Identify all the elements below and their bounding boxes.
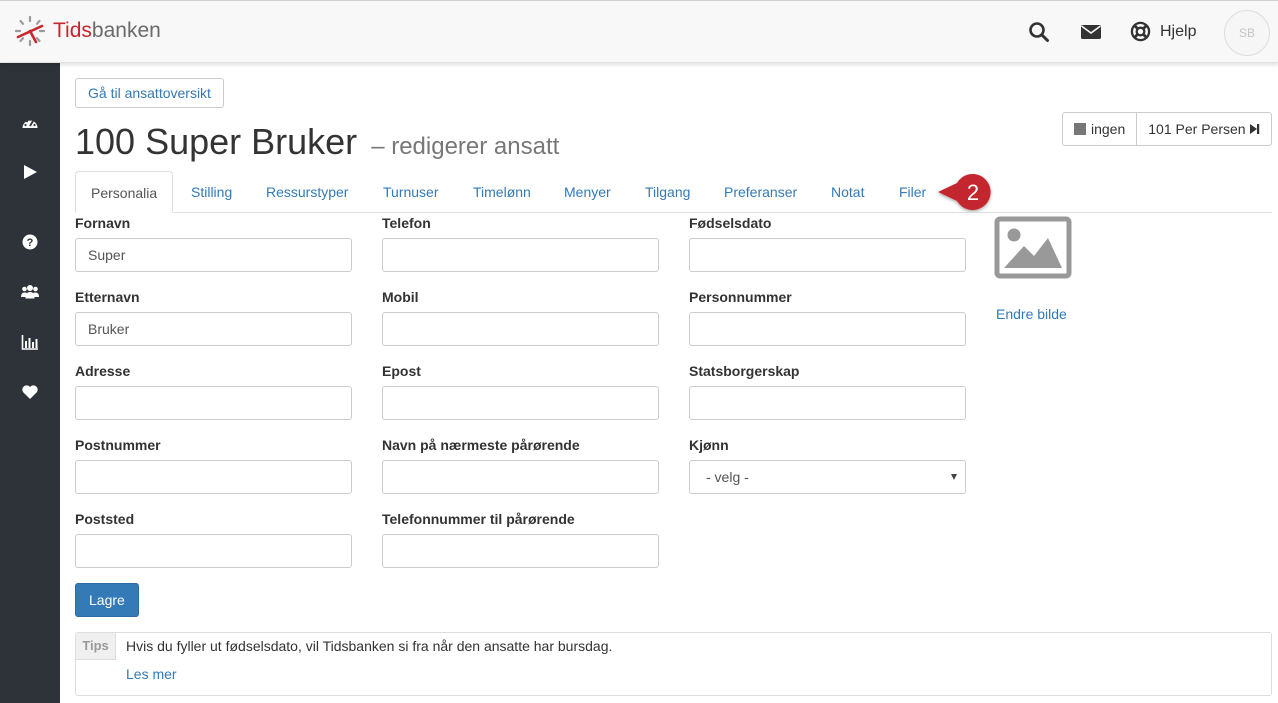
- tab-ressurstyper[interactable]: Ressurstyper: [266, 171, 348, 213]
- mobil-input[interactable]: [382, 312, 659, 346]
- tips-panel: Tips Hvis du fyller ut fødselsdato, vil …: [75, 632, 1272, 696]
- chevron-down-icon: [951, 474, 957, 480]
- tab-stilling[interactable]: Stilling: [191, 171, 232, 213]
- logo-text-part2: banken: [91, 19, 161, 42]
- label-kjonn: Kjønn: [689, 437, 729, 453]
- kjonn-selected-value: - velg -: [706, 469, 749, 485]
- users-icon[interactable]: [20, 283, 40, 301]
- label-statsborgerskap: Statsborgerskap: [689, 363, 800, 379]
- page-subtitle: – redigerer ansatt: [371, 133, 560, 160]
- heart-icon[interactable]: [21, 383, 39, 401]
- fodselsdato-input[interactable]: [689, 238, 966, 272]
- next-employee-button[interactable]: 101 Per Persen: [1136, 113, 1270, 145]
- label-fodselsdato: Fødselsdato: [689, 215, 772, 231]
- label-mobil: Mobil: [382, 289, 419, 305]
- label-fornavn: Fornavn: [75, 215, 131, 231]
- tab-menyer[interactable]: Menyer: [564, 171, 611, 213]
- tips-text: Hvis du fyller ut fødselsdato, vil Tidsb…: [126, 638, 613, 654]
- next-employee-label: 101 Per Persen: [1148, 121, 1246, 137]
- postnummer-input[interactable]: [75, 460, 352, 494]
- parorende-input[interactable]: [382, 460, 659, 494]
- epost-input[interactable]: [382, 386, 659, 420]
- lifebuoy-icon: [1130, 21, 1151, 42]
- adresse-input[interactable]: [75, 386, 352, 420]
- label-parorende-telefon: Telefonnummer til pårørende: [382, 511, 575, 527]
- label-postnummer: Postnummer: [75, 437, 161, 453]
- tab-tilgang[interactable]: Tilgang: [645, 171, 690, 213]
- logo-text: Tidsbanken: [53, 19, 161, 43]
- fornavn-input[interactable]: Super: [75, 238, 352, 272]
- tab-personalia[interactable]: Personalia: [75, 171, 174, 213]
- help-link[interactable]: Hjelp: [1130, 21, 1196, 42]
- previous-employee-label: ingen: [1091, 121, 1126, 137]
- svg-text:?: ?: [27, 237, 34, 249]
- employee-navigation: ingen 101 Per Persen: [1062, 112, 1272, 146]
- stop-icon: [1074, 123, 1086, 135]
- read-more-link[interactable]: Les mer: [126, 666, 177, 682]
- callout-number: 2: [967, 180, 979, 205]
- tab-timelonn[interactable]: Timelønn: [473, 171, 531, 213]
- page-title: 100 Super Bruker – redigerer ansatt: [75, 121, 559, 163]
- employee-tabs: Personalia Stilling Ressurstyper Turnuse…: [75, 171, 1272, 213]
- back-to-employee-overview-button[interactable]: Gå til ansattoversikt: [75, 78, 224, 108]
- kjonn-select[interactable]: - velg -: [689, 460, 966, 494]
- user-avatar[interactable]: SB: [1224, 10, 1270, 56]
- label-adresse: Adresse: [75, 363, 131, 379]
- tab-turnuser[interactable]: Turnuser: [383, 171, 439, 213]
- bar-chart-icon[interactable]: [21, 333, 39, 351]
- telefon-input[interactable]: [382, 238, 659, 272]
- change-image-link[interactable]: Endre bilde: [996, 306, 1067, 322]
- etternavn-input[interactable]: Bruker: [75, 312, 352, 346]
- previous-employee-button[interactable]: ingen: [1063, 113, 1136, 145]
- label-personnummer: Personnummer: [689, 289, 792, 305]
- tips-tag: Tips: [76, 633, 116, 660]
- save-button[interactable]: Lagre: [75, 583, 139, 617]
- parorende-telefon-input[interactable]: [382, 534, 659, 568]
- image-placeholder-icon: [994, 216, 1072, 279]
- question-icon[interactable]: ?: [21, 233, 39, 251]
- personnummer-input[interactable]: [689, 312, 966, 346]
- main-content: Gå til ansattoversikt 100 Super Bruker –…: [60, 63, 1278, 703]
- label-telefon: Telefon: [382, 215, 431, 231]
- tab-notat[interactable]: Notat: [831, 171, 864, 213]
- envelope-icon[interactable]: [1080, 21, 1102, 43]
- logo-clock-icon: [14, 15, 46, 47]
- employee-name: 100 Super Bruker: [75, 121, 358, 162]
- sidebar: ?: [0, 63, 60, 703]
- poststed-input[interactable]: [75, 534, 352, 568]
- tidsbanken-logo[interactable]: Tidsbanken: [14, 15, 161, 47]
- play-icon[interactable]: [21, 163, 39, 181]
- label-epost: Epost: [382, 363, 421, 379]
- skip-forward-icon: [1249, 124, 1259, 134]
- top-bar: Tidsbanken Hjelp SB: [0, 0, 1278, 63]
- tab-filer[interactable]: Filer: [899, 171, 926, 213]
- tab-preferanser[interactable]: Preferanser: [724, 171, 797, 213]
- statsborgerskap-input[interactable]: [689, 386, 966, 420]
- label-poststed: Poststed: [75, 511, 135, 527]
- label-etternavn: Etternavn: [75, 289, 140, 305]
- logo-text-part1: Tids: [53, 19, 92, 42]
- step-callout-badge: 2: [938, 174, 991, 210]
- help-label: Hjelp: [1160, 22, 1197, 40]
- search-icon[interactable]: [1028, 21, 1050, 43]
- dashboard-icon[interactable]: [21, 115, 39, 133]
- label-parorende: Navn på nærmeste pårørende: [382, 437, 580, 453]
